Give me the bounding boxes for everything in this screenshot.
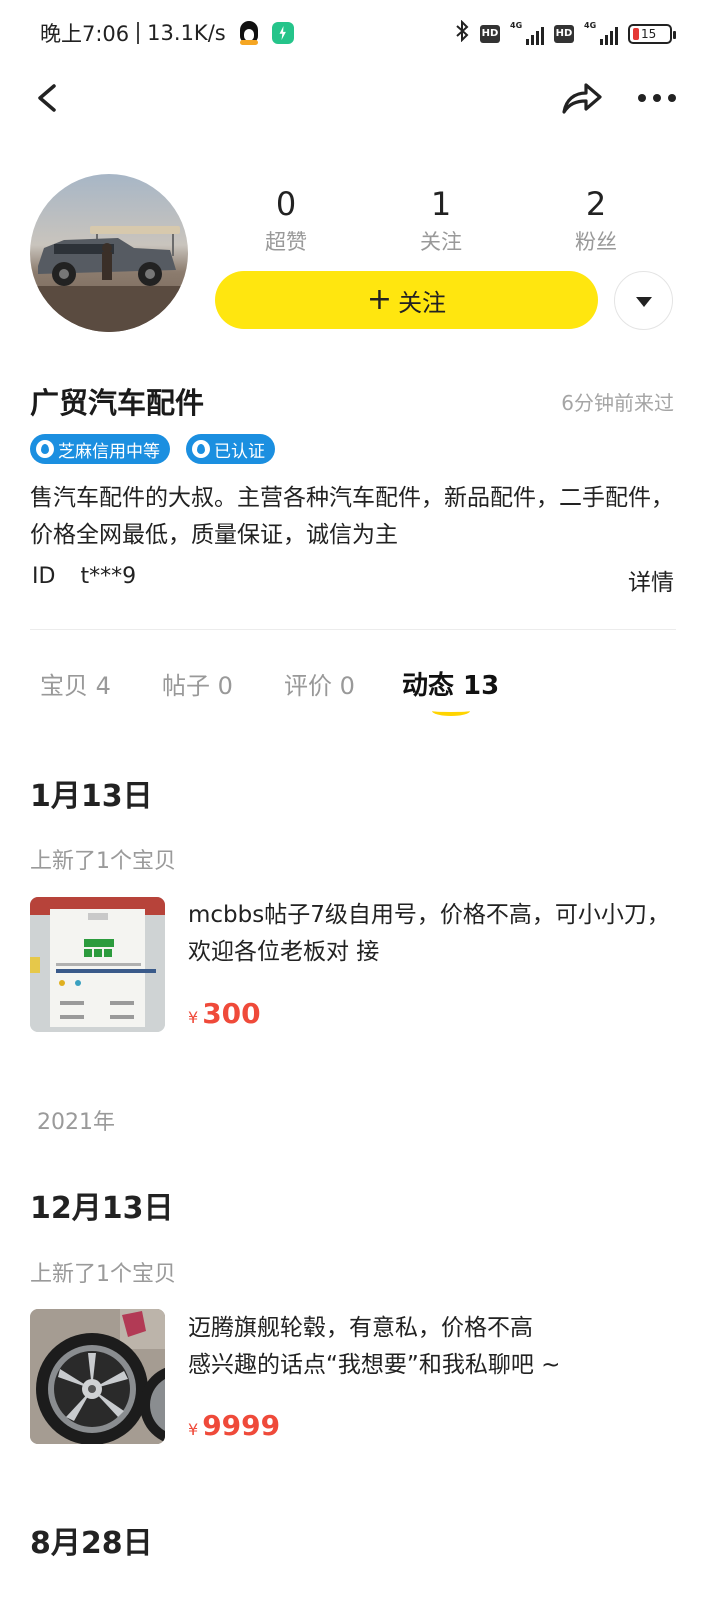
stat-label: 关注 xyxy=(420,230,462,254)
item-thumbnail[interactable] xyxy=(30,1309,165,1444)
price-value: 300 xyxy=(202,997,261,1030)
stat-value: 0 xyxy=(275,185,297,223)
share-icon xyxy=(562,83,602,114)
more-dot-icon xyxy=(668,94,676,102)
back-arrow-icon xyxy=(38,84,56,112)
signal-label-2: 4G xyxy=(584,20,597,30)
shop-name: 广贸汽车配件 xyxy=(30,386,205,420)
last-seen: 6分钟前来过 xyxy=(561,391,674,415)
item-thumbnail[interactable] xyxy=(30,897,165,1032)
timeline-action: 上新了1个宝贝 xyxy=(30,849,176,874)
nav-bar xyxy=(0,68,720,128)
item-price: ¥9999 xyxy=(188,1409,280,1442)
badge-label: 芝麻信用中等 xyxy=(58,441,160,462)
stat-value: 1 xyxy=(430,185,452,223)
hd-volte-icon-2: HD xyxy=(554,24,574,43)
stat-label: 粉丝 xyxy=(575,230,617,254)
sesame-credit-badge[interactable]: 芝麻信用中等 xyxy=(30,434,170,464)
status-right: HD 4G HD 4G 15 xyxy=(454,19,676,47)
hd-volte-icon: HD xyxy=(480,24,500,43)
tab-reviews[interactable]: 评价 0 xyxy=(284,666,355,701)
year-separator: 2021年 xyxy=(37,1110,115,1135)
status-net-speed: 13.1K/s xyxy=(147,21,226,45)
signal-label: 4G xyxy=(510,20,523,30)
stat-label: 超赞 xyxy=(265,230,307,254)
status-time: 晚上7:06 xyxy=(40,22,130,46)
tab-items[interactable]: 宝贝 4 xyxy=(40,666,111,701)
follow-label: 关注 xyxy=(398,288,447,317)
verified-badge[interactable]: 已认证 xyxy=(186,434,275,464)
caret-down-icon xyxy=(635,297,652,307)
stat-super-likes[interactable]: 0 超赞 xyxy=(226,184,346,256)
timeline-date: 8月28日 xyxy=(30,1526,153,1561)
user-id-row: ID t***9 xyxy=(32,564,136,589)
qq-penguin-icon xyxy=(238,21,260,45)
battery-level: 15 xyxy=(641,26,657,41)
stat-following[interactable]: 1 关注 xyxy=(381,184,501,256)
item-title[interactable]: mcbbs帖子7级自用号，价格不高，可小小刀，欢迎各位老板对 接 xyxy=(188,897,678,971)
avatar[interactable] xyxy=(30,174,188,332)
tab-posts[interactable]: 帖子 0 xyxy=(162,666,233,701)
stat-followers[interactable]: 2 粉丝 xyxy=(536,184,656,256)
currency-symbol: ¥ xyxy=(188,1008,199,1027)
tab-activity[interactable]: 动态 13 xyxy=(402,665,499,702)
active-tab-indicator xyxy=(432,706,470,716)
item-title-line: 感兴趣的话点“我想要”和我私聊吧 ~ xyxy=(188,1352,561,1378)
status-divider xyxy=(137,22,140,44)
battery-icon: 15 xyxy=(628,23,676,44)
wheel-rim-thumbnail-image xyxy=(30,1309,165,1444)
divider xyxy=(30,629,676,630)
details-link[interactable]: 详情 xyxy=(628,563,674,597)
plus-icon: + xyxy=(366,282,393,317)
id-value: t***9 xyxy=(80,564,137,589)
follow-dropdown-button[interactable] xyxy=(614,271,673,330)
item-title-line: 迈腾旗舰轮毂，有意私，价格不高 xyxy=(188,1315,533,1341)
timeline-date: 12月13日 xyxy=(30,1191,174,1226)
shop-bio: 售汽车配件的大叔。主营各种汽车配件，新品配件，二手配件，价格全网最低，质量保证，… xyxy=(30,485,674,548)
stat-value: 2 xyxy=(585,185,607,223)
currency-symbol: ¥ xyxy=(188,1420,199,1439)
back-button[interactable] xyxy=(30,76,70,120)
id-label: ID xyxy=(32,564,56,589)
sesame-icon xyxy=(36,440,54,458)
avatar-photo-suv xyxy=(30,226,188,332)
timeline-date: 1月13日 xyxy=(30,779,153,814)
share-button[interactable] xyxy=(556,76,606,120)
more-dot-icon xyxy=(653,94,661,102)
badge-label: 已认证 xyxy=(214,441,265,462)
screenshot-thumbnail-image xyxy=(30,897,165,1032)
price-value: 9999 xyxy=(202,1409,281,1442)
item-price: ¥300 xyxy=(188,997,261,1030)
item-title[interactable]: 迈腾旗舰轮毂，有意私，价格不高 感兴趣的话点“我想要”和我私聊吧 ~ xyxy=(188,1310,678,1384)
more-dot-icon xyxy=(638,94,646,102)
status-bar: 晚上7:06 13.1K/s HD 4G HD 4G 15 xyxy=(0,0,720,68)
timeline-action: 上新了1个宝贝 xyxy=(30,1262,176,1287)
signal-4g-icon-2: 4G xyxy=(584,20,618,45)
security-shield-icon xyxy=(271,22,294,44)
signal-4g-icon: 4G xyxy=(510,20,544,45)
verified-icon xyxy=(192,440,210,458)
follow-button[interactable]: + 关注 xyxy=(215,271,598,329)
more-options-button[interactable] xyxy=(630,78,684,118)
bluetooth-icon xyxy=(454,19,470,47)
status-left: 晚上7:06 13.1K/s xyxy=(40,18,294,48)
